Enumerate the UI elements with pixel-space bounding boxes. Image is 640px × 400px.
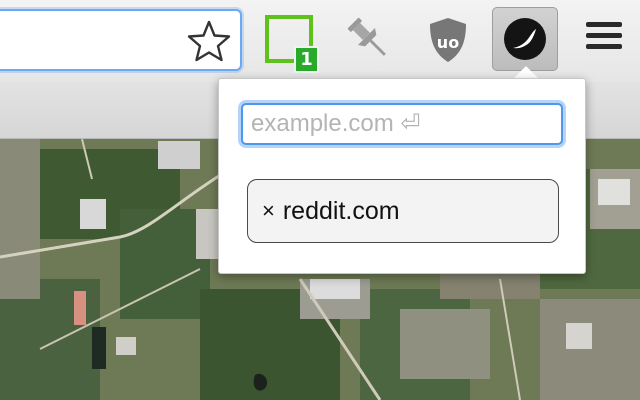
- pin-extension-button[interactable]: [338, 8, 402, 72]
- extension-badge: 1: [294, 46, 319, 73]
- green-extension-button[interactable]: 1: [262, 8, 326, 73]
- site-blocker-popup: × reddit.com: [218, 78, 586, 274]
- hamburger-menu-icon[interactable]: [586, 22, 622, 58]
- site-input[interactable]: [241, 103, 563, 145]
- pushpin-icon: [347, 17, 386, 56]
- browser-toolbar: 1 uo: [0, 0, 640, 82]
- star-icon[interactable]: [186, 19, 232, 63]
- site-blocker-extension-button[interactable]: [492, 7, 558, 71]
- remove-site-icon[interactable]: ×: [262, 198, 275, 224]
- dark-circle-moon-icon: [504, 18, 546, 60]
- blocked-site-label: reddit.com: [282, 196, 400, 225]
- ublock-shield-icon: uo: [430, 18, 466, 62]
- blocked-site-item: × reddit.com: [247, 179, 559, 243]
- ublock-label: uo: [437, 33, 459, 52]
- ublock-extension-button[interactable]: uo: [416, 8, 480, 72]
